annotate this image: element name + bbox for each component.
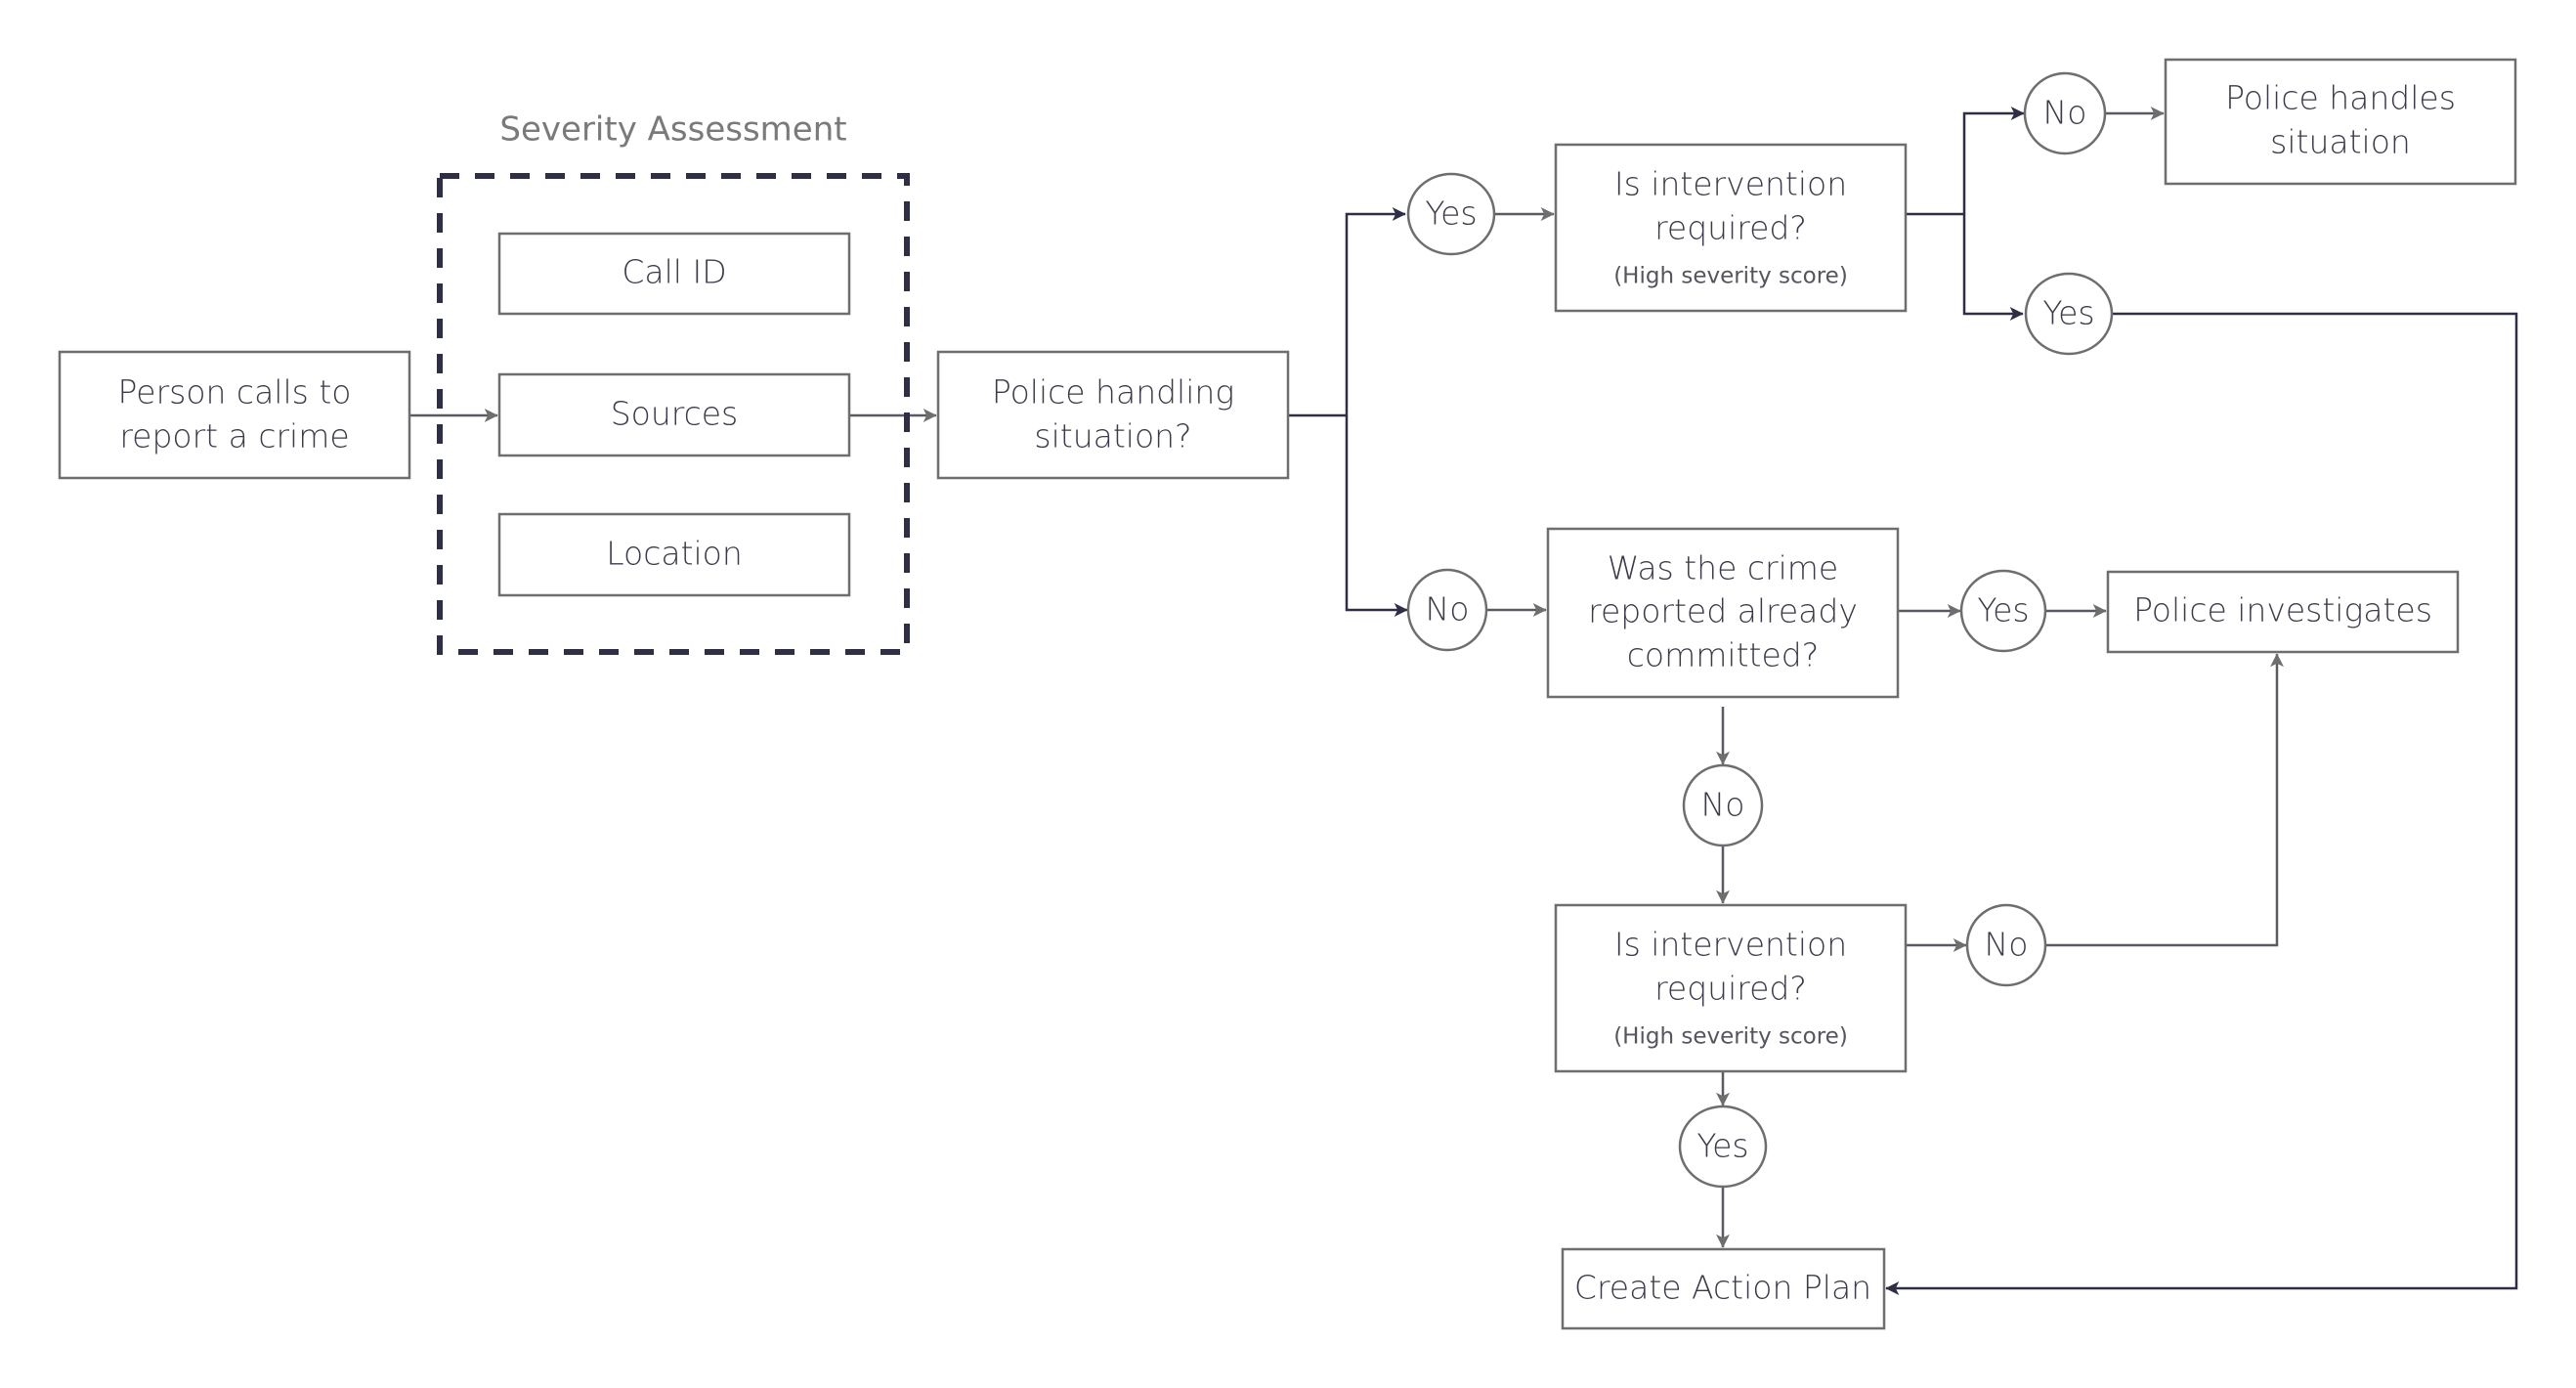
decision-committed-no[interactable]: No bbox=[1682, 763, 1764, 847]
node-person-calls[interactable]: Person calls to report a crime bbox=[58, 350, 411, 480]
decision-label: No bbox=[1701, 786, 1745, 824]
node-label: report a crime bbox=[119, 417, 349, 455]
node-label: Police handles bbox=[2225, 79, 2456, 117]
node-intervention-top[interactable]: Is intervention required? (High severity… bbox=[1554, 143, 1908, 313]
node-police-handling[interactable]: Police handling situation? bbox=[936, 350, 1290, 480]
decision-handling-yes[interactable]: Yes bbox=[1406, 172, 1496, 256]
edge-bottom-no-to-police-investigates bbox=[2046, 653, 2284, 947]
node-police-handles[interactable]: Police handles situation bbox=[2164, 58, 2517, 186]
edge-top-split-to-yes bbox=[1962, 214, 2024, 321]
edge-split-to-yes bbox=[1345, 207, 1406, 415]
decision-label: Yes bbox=[1696, 1127, 1748, 1165]
node-label: committed? bbox=[1627, 636, 1819, 674]
node-label: Police investigates bbox=[2133, 591, 2432, 629]
node-label: Is intervention bbox=[1614, 926, 1847, 964]
node-label: Person calls to bbox=[118, 373, 352, 412]
decision-committed-yes[interactable]: Yes bbox=[1959, 569, 2047, 653]
node-create-action-plan[interactable]: Create Action Plan bbox=[1561, 1247, 1886, 1330]
node-sublabel: (High severity score) bbox=[1613, 1024, 1848, 1050]
node-intervention-bottom[interactable]: Is intervention required? (High severity… bbox=[1554, 903, 1908, 1073]
edge-split-to-no bbox=[1345, 415, 1408, 617]
node-label: Sources bbox=[611, 395, 739, 433]
node-crime-committed[interactable]: Was the crime reported already committed… bbox=[1546, 527, 1900, 699]
node-label: situation bbox=[2270, 123, 2411, 161]
node-label: required? bbox=[1654, 970, 1807, 1008]
node-label: required? bbox=[1654, 209, 1807, 247]
decision-label: No bbox=[1985, 926, 2029, 964]
decision-label: Yes bbox=[1977, 591, 2029, 629]
node-label: Is intervention bbox=[1614, 165, 1847, 203]
node-label: Was the crime bbox=[1608, 549, 1838, 587]
node-label: Create Action Plan bbox=[1574, 1269, 1871, 1307]
edge-top-yes-to-action-plan bbox=[1885, 312, 2518, 1295]
node-sublabel: (High severity score) bbox=[1613, 264, 1848, 289]
decision-label: Yes bbox=[1425, 195, 1477, 233]
decision-bottom-yes[interactable]: Yes bbox=[1678, 1105, 1768, 1189]
decision-bottom-no[interactable]: No bbox=[1965, 903, 2047, 987]
node-sources[interactable]: Sources bbox=[497, 372, 851, 457]
decision-label: Yes bbox=[2042, 294, 2094, 332]
decision-handling-no[interactable]: No bbox=[1406, 568, 1488, 652]
node-label: Police handling bbox=[992, 373, 1234, 412]
decision-label: No bbox=[2043, 94, 2087, 132]
edge-top-split-to-no bbox=[1962, 107, 2025, 214]
node-location[interactable]: Location bbox=[497, 512, 851, 597]
group-label-severity-assessment: Severity Assessment bbox=[499, 110, 846, 150]
flowchart: Severity Assessment Person calls to repo… bbox=[58, 58, 2518, 1330]
node-label: reported already bbox=[1588, 592, 1858, 630]
node-label: situation? bbox=[1034, 417, 1191, 455]
decision-top-no[interactable]: No bbox=[2023, 71, 2107, 155]
decision-top-yes[interactable]: Yes bbox=[2024, 272, 2114, 356]
node-police-investigates[interactable]: Police investigates bbox=[2106, 570, 2460, 654]
node-call-id[interactable]: Call ID bbox=[497, 232, 851, 316]
node-label: Location bbox=[606, 535, 743, 573]
decision-label: No bbox=[1426, 590, 1470, 629]
node-label: Call ID bbox=[622, 253, 726, 291]
